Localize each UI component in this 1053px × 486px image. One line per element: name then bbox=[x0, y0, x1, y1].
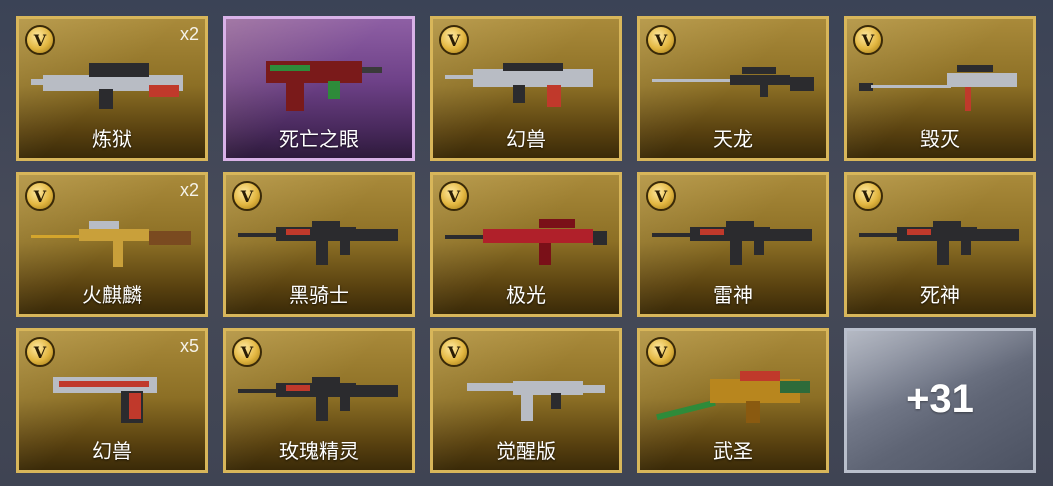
weapon-reward-grid: Vx2 炼狱 死亡之眼 V 幻兽 V 天龙 V 毁灭 Vx2 火麒麟 V 黑骑士 V 极光 V 雷神 V 死神 Vx5… bbox=[16, 16, 1036, 473]
weapon-card[interactable]: V 武圣 bbox=[637, 328, 829, 473]
heavy-machine-gun-icon bbox=[29, 45, 195, 117]
weapon-card[interactable]: V 幻兽 bbox=[430, 16, 622, 161]
smg-rifle-icon bbox=[443, 357, 609, 429]
weapon-card[interactable]: 死亡之眼 bbox=[223, 16, 415, 161]
quantity-label: x2 bbox=[179, 180, 199, 200]
weapon-name: 天龙 bbox=[713, 127, 753, 151]
barrett-rifle-icon bbox=[443, 201, 609, 273]
pistol-icon bbox=[29, 357, 195, 429]
weapon-card[interactable]: Vx2 炼狱 bbox=[16, 16, 208, 161]
weapon-name: 极光 bbox=[506, 283, 546, 307]
weapon-name: 死神 bbox=[920, 283, 960, 307]
weapon-card[interactable]: V 毁灭 bbox=[844, 16, 1036, 161]
m4-rifle-icon bbox=[236, 357, 402, 429]
more-items-count: +31 bbox=[906, 377, 974, 421]
quantity-label: x5 bbox=[179, 336, 199, 356]
weapon-card[interactable]: V 黑骑士 bbox=[223, 172, 415, 317]
weapon-name: 毁灭 bbox=[920, 127, 960, 151]
weapon-card[interactable]: V 死神 bbox=[844, 172, 1036, 317]
weapon-card[interactable]: V 天龙 bbox=[637, 16, 829, 161]
quantity-label: x2 bbox=[179, 24, 199, 44]
weapon-card[interactable]: V 雷神 bbox=[637, 172, 829, 317]
weapon-name: 觉醒版 bbox=[496, 439, 556, 463]
weapon-name: 武圣 bbox=[713, 439, 753, 463]
bullpup-rifle-icon bbox=[443, 45, 609, 117]
weapon-name: 黑骑士 bbox=[289, 283, 349, 307]
weapon-card[interactable]: Vx2 火麒麟 bbox=[16, 172, 208, 317]
weapon-card[interactable]: V 玫瑰精灵 bbox=[223, 328, 415, 473]
weapon-name: 火麒麟 bbox=[82, 283, 142, 307]
submachine-gun-icon bbox=[236, 45, 402, 117]
sniper-rifle-icon bbox=[650, 45, 816, 117]
weapon-card[interactable]: V 极光 bbox=[430, 172, 622, 317]
anti-materiel-rifle-icon bbox=[857, 45, 1023, 117]
ak-rifle-icon bbox=[29, 201, 195, 273]
weapon-name: 炼狱 bbox=[92, 127, 132, 151]
weapon-name: 雷神 bbox=[713, 283, 753, 307]
weapon-card[interactable]: Vx5 幻兽 bbox=[16, 328, 208, 473]
weapon-name: 死亡之眼 bbox=[279, 127, 359, 151]
weapon-name: 幻兽 bbox=[92, 439, 132, 463]
weapon-name: 幻兽 bbox=[506, 127, 546, 151]
weapon-name: 玫瑰精灵 bbox=[279, 439, 359, 463]
dragon-rifle-icon bbox=[650, 357, 816, 429]
weapon-card[interactable]: V 觉醒版 bbox=[430, 328, 622, 473]
m4-rifle-icon bbox=[236, 201, 402, 273]
more-items-card[interactable]: +31 bbox=[844, 328, 1036, 473]
m4-rifle-icon bbox=[650, 201, 816, 273]
m4-rifle-icon bbox=[857, 201, 1023, 273]
